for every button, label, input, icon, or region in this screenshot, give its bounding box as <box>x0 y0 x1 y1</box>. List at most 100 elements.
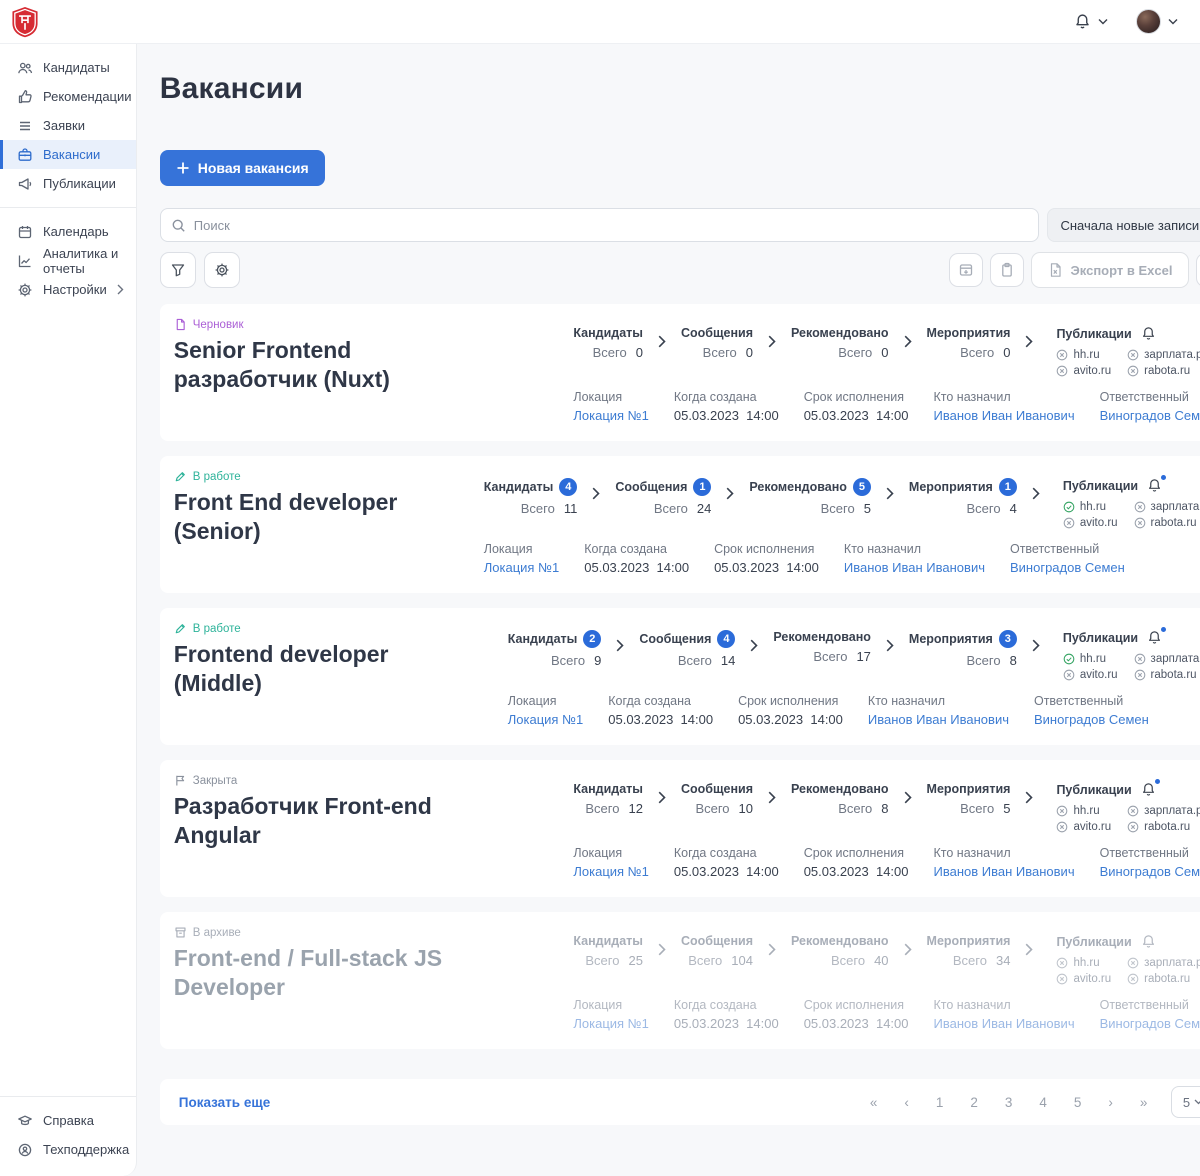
sidebar-item-requests[interactable]: Заявки <box>0 111 136 140</box>
sidebar-item-calendar[interactable]: Календарь <box>0 217 136 246</box>
stat-messages[interactable]: Сообщения Всего0 <box>681 326 753 360</box>
last-page-button[interactable]: » <box>1140 1095 1148 1110</box>
page-number[interactable]: 5 <box>1074 1095 1082 1110</box>
stat-candidates[interactable]: Кандидаты2 Всего9 <box>508 630 602 668</box>
show-more-link[interactable]: Показать еще <box>179 1095 271 1110</box>
stat-events[interactable]: Мероприятия Всего0 <box>927 326 1011 360</box>
archive-button[interactable] <box>949 253 983 287</box>
stat-messages[interactable]: Сообщения4 Всего14 <box>639 630 735 668</box>
search-input[interactable] <box>194 218 1029 233</box>
stat-events[interactable]: Мероприятия Всего5 <box>927 782 1011 816</box>
vacancy-title[interactable]: Разработчик Front-end Angular <box>174 792 474 850</box>
responsible-link[interactable]: Виноградов Семен <box>1100 408 1200 423</box>
stat-events[interactable]: Мероприятия Всего34 <box>927 934 1011 968</box>
sidebar-item-recommendations[interactable]: Рекомендации <box>0 82 136 111</box>
stat-events[interactable]: Мероприятия3 Всего8 <box>909 630 1017 668</box>
prev-page-button[interactable]: ‹ <box>904 1095 909 1110</box>
stat-messages[interactable]: Сообщения1 Всего24 <box>615 478 711 516</box>
location-link[interactable]: Локация №1 <box>573 864 649 879</box>
page-number[interactable]: 1 <box>936 1095 944 1110</box>
copy-button[interactable] <box>990 253 1024 287</box>
publication-site[interactable]: rabota.ru <box>1134 669 1200 681</box>
responsible-link[interactable]: Виноградов Семен <box>1034 712 1149 727</box>
publication-site[interactable]: hh.ru <box>1063 501 1118 513</box>
location-link[interactable]: Локация №1 <box>573 408 649 423</box>
assigner-link[interactable]: Иванов Иван Иванович <box>844 560 985 575</box>
publication-site[interactable]: зарплата.ру <box>1127 957 1200 969</box>
bell-icon[interactable] <box>1141 782 1156 797</box>
sidebar-item-publications[interactable]: Публикации <box>0 169 136 198</box>
location-link[interactable]: Локация №1 <box>508 712 584 727</box>
stat-messages[interactable]: Сообщения Всего10 <box>681 782 753 816</box>
publication-site[interactable]: hh.ru <box>1056 957 1111 969</box>
publication-site[interactable]: avito.ru <box>1056 973 1111 985</box>
sidebar-item-help[interactable]: Справка <box>0 1106 136 1135</box>
assigner-link[interactable]: Иванов Иван Иванович <box>868 712 1009 727</box>
vacancy-title[interactable]: Front End developer (Senior) <box>174 488 474 546</box>
stat-candidates[interactable]: Кандидаты4 Всего11 <box>484 478 578 516</box>
bell-icon[interactable] <box>1147 630 1162 645</box>
publication-site[interactable]: avito.ru <box>1056 365 1111 377</box>
publication-site[interactable]: зарплата.ру <box>1127 349 1200 361</box>
publication-site[interactable]: зарплата.ру <box>1134 501 1200 513</box>
list-view-button[interactable] <box>1196 253 1200 287</box>
export-excel-button[interactable]: Экспорт в Excel <box>1031 252 1190 288</box>
publication-site[interactable]: hh.ru <box>1056 805 1111 817</box>
stat-recommended[interactable]: Рекомендовано Всего8 <box>791 782 889 816</box>
next-page-button[interactable]: › <box>1108 1095 1113 1110</box>
page-number[interactable]: 2 <box>970 1095 978 1110</box>
stat-recommended[interactable]: Рекомендовано Всего17 <box>773 630 871 664</box>
stat-recommended[interactable]: Рекомендовано Всего40 <box>791 934 889 968</box>
bell-icon[interactable] <box>1141 934 1156 949</box>
filter-button[interactable] <box>160 252 196 288</box>
assigner-link[interactable]: Иванов Иван Иванович <box>934 1016 1075 1031</box>
publication-site[interactable]: avito.ru <box>1056 821 1111 833</box>
vacancy-title[interactable]: Senior Frontend разработчик (Nuxt) <box>174 336 474 394</box>
assigner-link[interactable]: Иванов Иван Иванович <box>934 408 1075 423</box>
user-menu[interactable] <box>1136 9 1178 34</box>
vacancy-title[interactable]: Frontend developer (Middle) <box>174 640 474 698</box>
publication-site[interactable]: rabota.ru <box>1134 517 1200 529</box>
vacancy-title[interactable]: Front-end / Full-stack JS Developer <box>174 944 474 1002</box>
stat-candidates[interactable]: Кандидаты Всего0 <box>573 326 643 360</box>
app-logo-icon[interactable] <box>10 6 40 38</box>
sidebar-item-support[interactable]: Техподдержка <box>0 1135 136 1164</box>
detail-deadline: Срок исполнения 05.03.2023 14:00 <box>714 542 819 575</box>
page-number[interactable]: 4 <box>1039 1095 1047 1110</box>
total-value: 8 <box>881 801 888 816</box>
view-settings-button[interactable] <box>204 252 240 288</box>
responsible-link[interactable]: Виноградов Семен <box>1010 560 1125 575</box>
page-size-select[interactable]: 5 <box>1171 1086 1200 1118</box>
location-link[interactable]: Локация №1 <box>573 1016 649 1031</box>
publication-site[interactable]: зарплата.ру <box>1127 805 1200 817</box>
first-page-button[interactable]: « <box>870 1095 878 1110</box>
sidebar-item-candidates[interactable]: Кандидаты <box>0 53 136 82</box>
new-vacancy-button[interactable]: Новая вакансия <box>160 150 325 186</box>
stat-candidates[interactable]: Кандидаты Всего12 <box>573 782 643 816</box>
stat-recommended[interactable]: Рекомендовано Всего0 <box>791 326 889 360</box>
publication-site[interactable]: avito.ru <box>1063 517 1118 529</box>
bell-icon[interactable] <box>1141 326 1156 341</box>
stat-recommended[interactable]: Рекомендовано5 Всего5 <box>749 478 871 516</box>
responsible-link[interactable]: Виноградов Семен <box>1100 1016 1200 1031</box>
publication-site[interactable]: hh.ru <box>1063 653 1118 665</box>
stat-candidates[interactable]: Кандидаты Всего25 <box>573 934 643 968</box>
publication-site[interactable]: rabota.ru <box>1127 973 1200 985</box>
sidebar-item-analytics[interactable]: Аналитика и отчеты <box>0 246 136 275</box>
location-link[interactable]: Локация №1 <box>484 560 560 575</box>
stat-messages[interactable]: Сообщения Всего104 <box>681 934 753 968</box>
stat-events[interactable]: Мероприятия1 Всего4 <box>909 478 1017 516</box>
sidebar-item-vacancies[interactable]: Вакансии <box>0 140 136 169</box>
publication-site[interactable]: rabota.ru <box>1127 821 1200 833</box>
page-number[interactable]: 3 <box>1005 1095 1013 1110</box>
notifications-menu[interactable] <box>1074 13 1108 30</box>
publication-site[interactable]: зарплата.ру <box>1134 653 1200 665</box>
responsible-link[interactable]: Виноградов Семен <box>1100 864 1200 879</box>
publication-site[interactable]: hh.ru <box>1056 349 1111 361</box>
publication-site[interactable]: avito.ru <box>1063 669 1118 681</box>
bell-icon[interactable] <box>1147 478 1162 493</box>
sidebar-item-settings[interactable]: Настройки <box>0 275 136 304</box>
sort-select[interactable]: Сначала новые записи <box>1047 208 1200 242</box>
assigner-link[interactable]: Иванов Иван Иванович <box>934 864 1075 879</box>
publication-site[interactable]: rabota.ru <box>1127 365 1200 377</box>
